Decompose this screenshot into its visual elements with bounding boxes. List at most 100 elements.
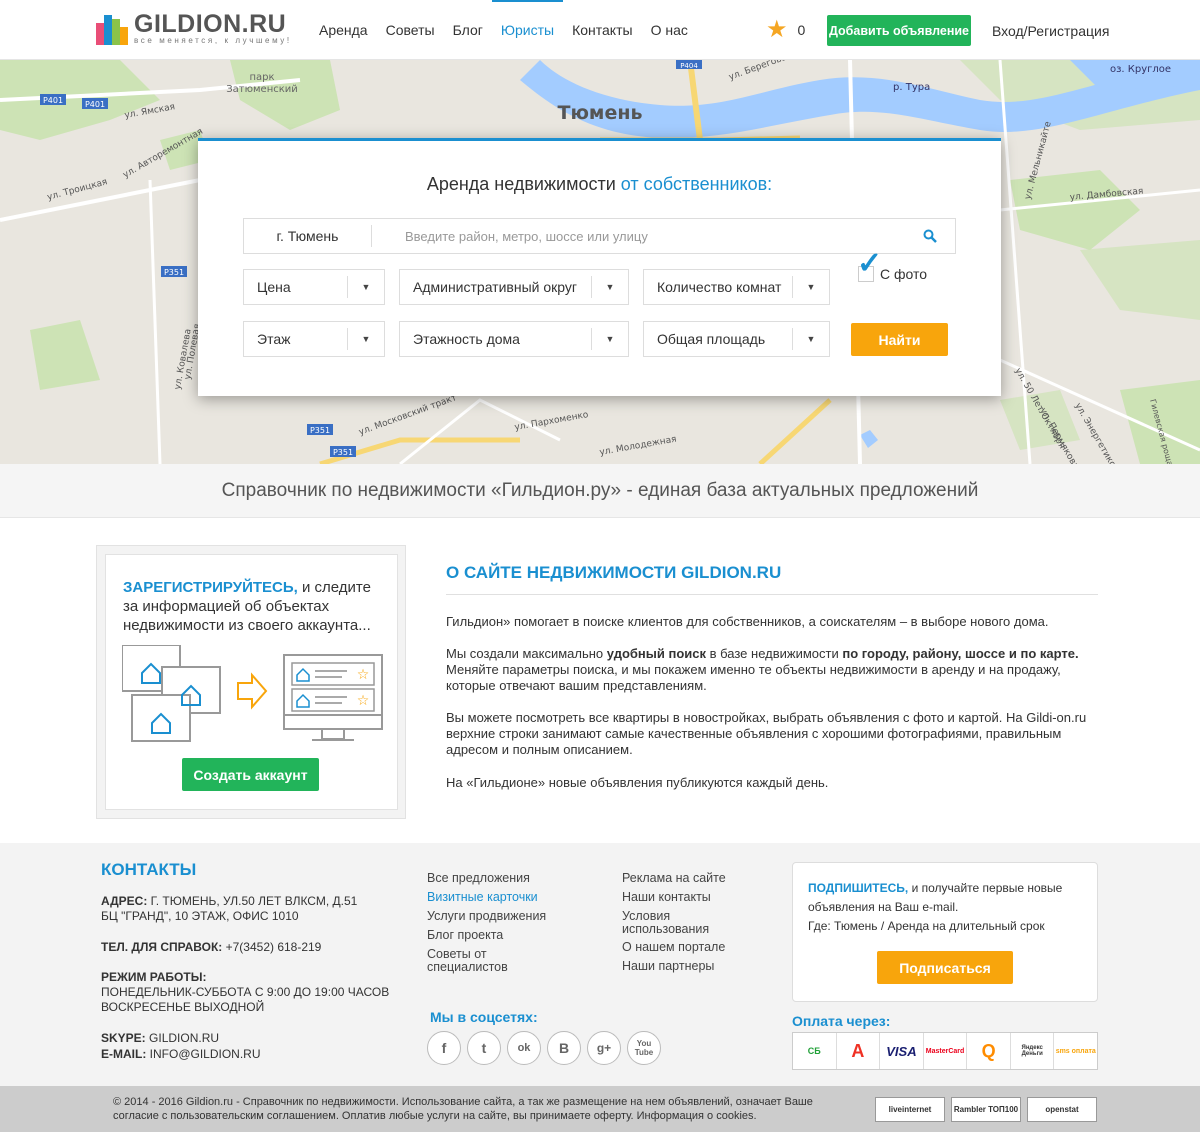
listings-to-account-illustration: ☆ ☆ <box>122 645 383 742</box>
svg-text:Р351: Р351 <box>164 268 184 277</box>
building-floors-dropdown[interactable]: Этажность дома ▼ <box>399 321 629 357</box>
favorites-button[interactable]: ★ 0 <box>766 16 805 43</box>
star-icon: ★ <box>766 16 788 43</box>
contact-phone: ТЕЛ. ДЛЯ СПРАВОК: +7(3452) 618-219 <box>101 940 322 954</box>
payment-title: Оплата через: <box>792 1013 891 1029</box>
footer-link-all-offers[interactable]: Все предложения <box>427 872 567 885</box>
dropdown-arrow-icon: ▼ <box>806 334 816 344</box>
site-logo[interactable]: GILDION.RU все меняется, к лучшему! <box>96 12 292 46</box>
svg-text:ул. Береговая: ул. Береговая <box>728 60 794 83</box>
dropdown-arrow-icon: ▼ <box>605 282 615 292</box>
contact-hours-label: РЕЖИМ РАБОТЫ: <box>101 970 207 984</box>
logo-tagline: все меняется, к лучшему! <box>134 36 292 45</box>
footer-link-about-portal[interactable]: О нашем портале <box>622 941 762 954</box>
nav-rent[interactable]: Аренда <box>310 0 377 60</box>
liveinternet-counter[interactable]: liveinternet <box>875 1097 945 1122</box>
about-paragraph-3: Вы можете посмотреть все квартиры в ново… <box>446 710 1087 757</box>
logo-buildings-icon <box>96 13 130 45</box>
yandex-money-icon: Яндекс Деньги <box>1011 1033 1055 1069</box>
svg-text:ул. Молодежная: ул. Молодежная <box>599 435 678 458</box>
contact-address-2: БЦ "ГРАНД", 10 ЭТАЖ, ОФИС 1010 <box>101 909 299 923</box>
rooms-dropdown[interactable]: Количество комнат ▼ <box>643 269 830 305</box>
nav-about[interactable]: О нас <box>642 0 697 60</box>
openstat-counter[interactable]: openstat <box>1027 1097 1097 1122</box>
create-account-button[interactable]: Создать аккаунт <box>182 758 319 791</box>
price-dropdown[interactable]: Цена ▼ <box>243 269 385 305</box>
about-paragraph-4: На «Гильдионе» новые объявления публикую… <box>446 775 829 790</box>
dropdown-arrow-icon: ▼ <box>806 282 816 292</box>
subscribe-text: ПОДПИШИТЕСЬ, и получайте первые новые об… <box>808 881 1063 933</box>
footer-link-contacts[interactable]: Наши контакты <box>622 891 762 904</box>
footer-link-blog[interactable]: Блог проекта <box>427 929 567 942</box>
site-footer: КОНТАКТЫ АДРЕС: Г. ТЮМЕНЬ, УЛ.50 ЛЕТ ВЛК… <box>0 843 1200 1086</box>
svg-text:парк: парк <box>249 72 274 83</box>
footer-link-expert-tips[interactable]: Советы от специалистов <box>427 948 537 974</box>
footer-link-business-cards[interactable]: Визитные карточки <box>427 891 567 904</box>
dropdown-arrow-icon: ▼ <box>605 334 615 344</box>
footer-link-advertising[interactable]: Реклама на сайте <box>622 872 762 885</box>
odnoklassniki-icon[interactable]: ok <box>507 1031 541 1065</box>
contact-skype: SKYPE: GILDION.RU <box>101 1031 220 1045</box>
nav-contacts[interactable]: Контакты <box>563 0 641 60</box>
facebook-icon[interactable]: f <box>427 1031 461 1065</box>
svg-text:Затюменский: Затюменский <box>226 84 298 95</box>
footer-link-promotion[interactable]: Услуги продвижения <box>427 910 567 923</box>
social-title: Мы в соцсетях: <box>430 1009 538 1025</box>
sms-payment-icon: sms оплата <box>1055 1047 1096 1055</box>
area-dropdown[interactable]: Общая площадь ▼ <box>643 321 830 357</box>
vkontakte-icon[interactable]: B <box>547 1031 581 1065</box>
google-plus-icon[interactable]: g+ <box>587 1031 621 1065</box>
about-paragraph-2: Мы создали максимально удобный поиск в б… <box>446 646 1079 693</box>
checkmark-icon: ✓ <box>857 247 883 280</box>
nav-blog[interactable]: Блог <box>444 0 492 60</box>
svg-text:☆: ☆ <box>357 693 370 709</box>
svg-text:ул. Пархоменко: ул. Пархоменко <box>514 410 590 433</box>
nav-tips[interactable]: Советы <box>377 0 444 60</box>
rambler-counter[interactable]: Rambler ТОП100 <box>951 1097 1021 1122</box>
svg-text:Р401: Р401 <box>43 96 63 105</box>
sberbank-icon: СБ <box>793 1033 837 1069</box>
register-promo: ЗАРЕГИСТРИРУЙТЕСЬ, и следите за информац… <box>96 545 406 819</box>
mastercard-icon: MasterCard <box>924 1033 968 1069</box>
footer-link-terms[interactable]: Условия использования <box>622 910 722 936</box>
add-listing-button[interactable]: Добавить объявление <box>827 15 971 46</box>
about-paragraph-1: Гильдион» помогает в поиске клиентов для… <box>446 614 1049 629</box>
dropdown-arrow-icon: ▼ <box>361 334 371 344</box>
twitter-icon[interactable]: t <box>467 1031 501 1065</box>
site-tagline: Справочник по недвижимости «Гильдион.ру»… <box>0 464 1200 518</box>
city-selector[interactable]: г. Тюмень <box>244 225 372 247</box>
svg-text:Тюмень: Тюмень <box>558 102 643 124</box>
with-photo-checkbox[interactable]: ✓ С фото <box>857 249 927 282</box>
subscribe-box: ПОДПИШИТЕСЬ, и получайте первые новые об… <box>792 862 1098 1002</box>
svg-text:оз. Круглое: оз. Круглое <box>1110 64 1171 75</box>
about-title: О САЙТЕ НЕДВИЖИМОСТИ GILDION.RU <box>446 563 782 582</box>
contact-email[interactable]: E-MAIL: INFO@GILDION.RU <box>101 1047 261 1062</box>
contacts-title: КОНТАКТЫ <box>101 860 197 879</box>
find-button[interactable]: Найти <box>851 323 948 356</box>
search-bar: г. Тюмень <box>243 218 956 254</box>
bottom-bar: © 2014 - 2016 Gildion.ru - Справочник по… <box>0 1086 1200 1132</box>
svg-text:Р351: Р351 <box>333 448 353 457</box>
search-title: Аренда недвижимости от собственников: <box>426 174 773 194</box>
nav-lawyers[interactable]: Юристы <box>491 0 564 60</box>
payment-methods: СБ А VISA MasterCard Q Яндекс Деньги sms… <box>792 1032 1098 1070</box>
qiwi-icon: Q <box>967 1033 1011 1069</box>
search-input[interactable] <box>372 219 905 253</box>
about-divider <box>446 594 1098 595</box>
login-register-link[interactable]: Вход/Регистрация <box>992 23 1109 39</box>
svg-text:Р401: Р401 <box>85 100 105 109</box>
floor-dropdown[interactable]: Этаж ▼ <box>243 321 385 357</box>
youtube-icon[interactable]: You Tube <box>627 1031 661 1065</box>
logo-name: GILDION.RU <box>134 10 287 38</box>
search-icon[interactable] <box>905 219 955 253</box>
site-header: GILDION.RU все меняется, к лучшему! Арен… <box>0 0 1200 60</box>
subscribe-button[interactable]: Подписаться <box>877 951 1013 984</box>
footer-link-partners[interactable]: Наши партнеры <box>622 960 762 973</box>
visa-icon: VISA <box>880 1033 924 1069</box>
search-panel: Аренда недвижимости от собственников: г.… <box>198 138 1001 396</box>
copyright-text: © 2014 - 2016 Gildion.ru - Справочник по… <box>113 1096 813 1122</box>
dropdown-arrow-icon: ▼ <box>361 282 371 292</box>
district-dropdown[interactable]: Административный округ ▼ <box>399 269 629 305</box>
contact-hours-weekend: ВОСКРЕСЕНЬЕ ВЫХОДНОЙ <box>101 1000 265 1014</box>
svg-text:☆: ☆ <box>357 667 370 683</box>
